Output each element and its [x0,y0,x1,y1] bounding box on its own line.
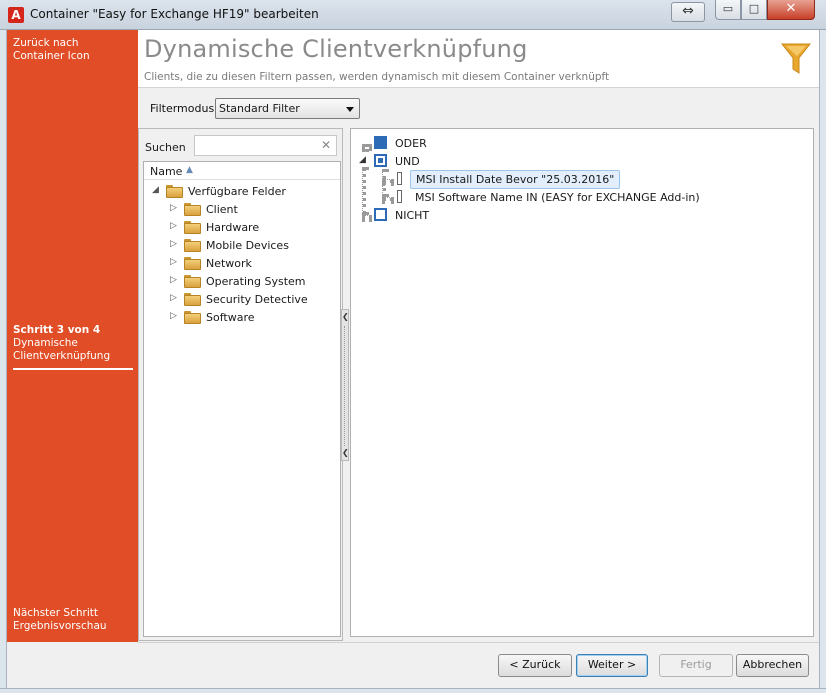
expand-triangle-icon[interactable]: ▷ [170,257,180,267]
expand-triangle-icon[interactable]: ▷ [170,239,180,249]
tree-root-row[interactable]: ◢ Verfügbare Felder [152,182,338,200]
next-button[interactable]: Weiter > [576,654,648,677]
column-header-label: Name [150,165,183,178]
and-operator-icon[interactable] [374,154,387,167]
tree-root-label: Verfügbare Felder [188,185,286,198]
tree-item-network[interactable]: ▷ Network [170,254,338,272]
tree-connector [362,144,366,152]
tree-item-label: Mobile Devices [206,239,289,252]
panel-splitter[interactable]: ❮ ❮ [341,309,349,461]
folder-icon [184,275,201,288]
back-to-container-icon-link[interactable]: Zurück nach Container Icon [13,37,90,63]
window-frame-right [819,30,826,693]
tree-item-client[interactable]: ▷ Client [170,200,338,218]
window-frame-bottom [0,688,826,693]
tree-item-label: Software [206,311,255,324]
window-frame-left [0,30,7,693]
next-step-line1: Nächster Schritt [13,607,98,619]
or-operator-label[interactable]: ODER [395,137,427,150]
collapse-triangle-icon[interactable]: ◢ [152,185,162,195]
filter-mode-value: Standard Filter [219,102,300,115]
folder-icon [184,239,201,252]
tree-item-operating-system[interactable]: ▷ Operating System [170,272,338,290]
back-button[interactable]: < Zurück [498,654,572,677]
folder-open-icon [166,185,183,198]
condition-icon [397,172,402,185]
or-operator-icon[interactable] [374,136,387,149]
condition-software-name[interactable]: MSI Software Name IN (EASY for EXCHANGE … [410,189,705,206]
tree-item-label: Security Detective [206,293,308,306]
not-operator-label[interactable]: NICHT [395,209,429,222]
maximize-button[interactable]: □ [741,0,767,20]
available-fields-panel: Suchen ✕ Name ▲ ◢ Verfügbare Felder ▷ Cl… [138,128,343,641]
collapse-left-icon[interactable]: ❮ [342,312,349,321]
swap-arrows-button[interactable]: ⇔ [671,2,705,22]
not-operator-icon[interactable] [374,208,387,221]
expand-triangle-icon[interactable]: ▷ [170,293,180,303]
name-column-header[interactable]: Name ▲ [144,162,340,180]
current-step: Schritt 3 von 4 Dynamische Clientverknüp… [13,324,133,370]
folder-icon [184,221,201,234]
cancel-button[interactable]: Abbrechen [736,654,809,677]
sort-ascending-icon: ▲ [186,165,193,175]
clear-search-icon[interactable]: ✕ [321,138,331,152]
collapse-triangle-icon[interactable]: ◢ [359,155,366,165]
tree-connector [362,215,372,219]
filter-expression-tree: ODER ◢ UND MSI Install Date Bevor "25.03… [350,128,814,637]
tree-item-security-detective[interactable]: ▷ Security Detective [170,290,338,308]
footer-divider [138,642,819,643]
filter-funnel-icon [781,43,811,74]
tree-connector [362,167,366,215]
title-bar: A Container "Easy for Exchange HF19" bea… [0,0,826,30]
expand-triangle-icon[interactable]: ▷ [170,311,180,321]
wizard-sidebar: Zurück nach Container Icon Schritt 3 von… [7,30,138,642]
expand-triangle-icon[interactable]: ▷ [170,221,180,231]
filter-mode-dropdown[interactable]: Standard Filter [215,98,360,119]
current-step-line2: Clientverknüpfung [13,350,111,362]
tree-connector [382,197,394,201]
app-logo-icon: A [8,7,24,23]
condition-icon [397,190,402,203]
field-tree: Name ▲ ◢ Verfügbare Felder ▷ Client ▷ Ha… [143,161,341,637]
dropdown-arrow-icon [346,107,354,112]
finish-button: Fertig [659,654,733,677]
tree-item-label: Hardware [206,221,260,234]
search-input[interactable] [194,135,337,156]
page-header: Dynamische Clientverknüpfung Clients, di… [138,30,819,88]
folder-icon [184,311,201,324]
tree-item-label: Network [206,257,252,270]
page-title: Dynamische Clientverknüpfung [144,35,528,63]
close-button[interactable]: ✕ [767,0,815,20]
tree-item-software[interactable]: ▷ Software [170,308,338,326]
step-counter: Schritt 3 von 4 [13,324,101,336]
filter-mode-label: Filtermodus: [150,102,218,115]
tree-item-label: Client [206,203,238,216]
next-step-link[interactable]: Nächster Schritt Ergebnisvorschau [13,607,107,633]
collapse-left-icon[interactable]: ❮ [342,448,349,457]
tree-item-mobile-devices[interactable]: ▷ Mobile Devices [170,236,338,254]
folder-icon [184,203,201,216]
and-operator-label[interactable]: UND [395,155,420,168]
window-title: Container "Easy for Exchange HF19" bearb… [30,7,319,21]
folder-icon [184,257,201,270]
next-step-line2: Ergebnisvorschau [13,620,107,632]
folder-icon [184,293,201,306]
expand-triangle-icon[interactable]: ▷ [170,275,180,285]
back-link-line1: Zurück nach [13,37,79,49]
tree-item-label: Operating System [206,275,306,288]
tree-connector [382,169,386,197]
back-link-line2: Container Icon [13,50,90,62]
current-step-line1: Dynamische [13,337,78,349]
condition-install-date[interactable]: MSI Install Date Bevor "25.03.2016" [410,170,621,189]
search-label: Suchen [145,141,186,154]
splitter-grip [344,326,346,446]
expand-triangle-icon[interactable]: ▷ [170,203,180,213]
tree-connector [382,179,394,183]
page-subtitle: Clients, die zu diesen Filtern passen, w… [144,71,610,83]
minimize-button[interactable]: ▭ [715,0,741,20]
tree-item-hardware[interactable]: ▷ Hardware [170,218,338,236]
